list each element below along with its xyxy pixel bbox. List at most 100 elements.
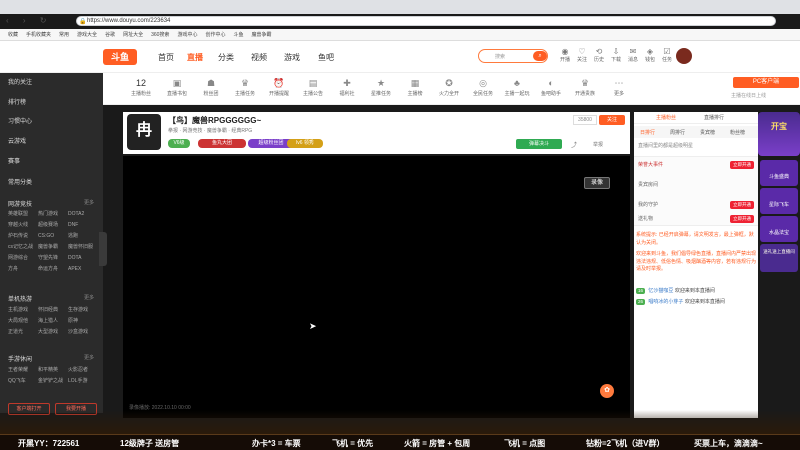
tool-item[interactable]: ★ 星推任务 (363, 78, 399, 97)
category-link[interactable]: DNF (68, 220, 98, 231)
promo-card-3[interactable]: 水晶法宝 (760, 216, 798, 242)
category-link[interactable]: 王者荣耀 (8, 365, 38, 376)
category-link[interactable]: 命运方舟 (38, 264, 68, 275)
nav-live[interactable]: 直播 (187, 52, 203, 63)
category-link[interactable]: 网游综合 (8, 253, 38, 264)
tool-item[interactable]: ✪ 火力全开 (431, 78, 467, 97)
category-link[interactable]: 热门游戏 (38, 209, 68, 220)
sidebar-item-rank[interactable]: 排行榜 (8, 97, 26, 106)
nav-category[interactable]: 分类 (218, 52, 234, 63)
user-avatar[interactable] (676, 48, 692, 64)
tool-item[interactable]: ▦ 主播榜 (397, 78, 433, 97)
category-link[interactable]: 主机游戏 (8, 305, 38, 316)
category-link[interactable]: 金铲铲之战 (38, 376, 68, 387)
share-icon[interactable]: ⤴ (571, 140, 577, 149)
tab-live-rank[interactable]: 直播排行 (704, 114, 724, 121)
category-link[interactable]: 原神 (68, 316, 98, 327)
promo-card-2[interactable]: 星际飞车 (760, 188, 798, 214)
category-link[interactable]: 正道光 (8, 327, 38, 338)
tool-item[interactable]: ⋯ 更多 (601, 78, 637, 97)
promo-footer[interactable]: 送礼送上直播间 (760, 244, 798, 272)
video-player[interactable]: 录像 ➤ ✿ 录像播放: 2022.10.10 00:00 (123, 156, 630, 418)
task-button[interactable]: ☑ 任务 (656, 47, 678, 63)
tool-item[interactable]: ♛ 主播任务 (227, 78, 263, 97)
fans-count[interactable]: 12 主播粉丝 (123, 78, 159, 97)
category-link[interactable]: APEX (68, 264, 98, 275)
section-more-mobile[interactable]: 更多 (84, 354, 94, 361)
douyu-logo[interactable]: 斗鱼 (103, 49, 137, 65)
section-more-online[interactable]: 更多 (84, 199, 94, 206)
tab-fansrank[interactable]: 粉丝榜 (730, 129, 745, 136)
bookmark-item[interactable]: 谷歌 (105, 29, 115, 41)
category-link[interactable]: 方舟 (8, 264, 38, 275)
bookmark-item[interactable]: 创作中心 (205, 29, 225, 41)
fanclub-badge[interactable]: 鱼丸大团 (198, 139, 246, 148)
category-link[interactable]: 怀旧经典 (38, 305, 68, 316)
promo-card-1[interactable]: 斗鱼盛典 (760, 160, 798, 186)
tab-fans[interactable]: 主播粉丝 (656, 114, 676, 121)
bookmark-item[interactable]: 手机收藏夹 (26, 29, 51, 41)
rank-event[interactable]: 荣誉大事件 (638, 161, 663, 168)
promo-banner[interactable]: 开宝 (758, 112, 800, 156)
tool-item[interactable]: ◐ 鱼吧助手 (533, 78, 569, 97)
bookmark-item[interactable]: 360搜索 (151, 29, 169, 41)
sidebar-item-cloudgame[interactable]: 云游戏 (8, 136, 26, 145)
category-link[interactable]: DOTA (68, 253, 98, 264)
category-link[interactable]: LOL手游 (68, 376, 98, 387)
sidebar-collapse-handle[interactable] (99, 232, 107, 266)
tab-vip[interactable]: 贵宾榜 (700, 129, 715, 136)
bookmark-item[interactable]: 常用 (59, 29, 69, 41)
category-link[interactable]: 大局观他 (8, 316, 38, 327)
open-vip-button-1[interactable]: 立即开通 (730, 161, 754, 169)
browser-nav-buttons[interactable]: ‹ › ↻ (6, 16, 52, 25)
bookmark-item[interactable]: 网址大全 (123, 29, 143, 41)
category-link[interactable]: 穿越火线 (8, 220, 38, 231)
category-link[interactable]: 炉石传说 (8, 231, 38, 242)
category-link[interactable]: 逃跑 (68, 231, 98, 242)
open-vip-button-3[interactable]: 立即开通 (730, 215, 754, 223)
tool-item[interactable]: ☗ 粉丝团 (193, 78, 229, 97)
nav-home[interactable]: 首页 (158, 52, 174, 63)
bookmark-item[interactable]: 游戏大全 (77, 29, 97, 41)
category-link[interactable]: CS:GO (38, 231, 68, 242)
category-link[interactable]: 魔兽怀旧服 (68, 242, 98, 253)
nav-fishbar[interactable]: 鱼吧 (318, 52, 334, 63)
sidebar-item-habit[interactable]: 习惯中心 (8, 116, 32, 125)
search-input[interactable]: 搜索 ⌕ (478, 49, 548, 63)
tool-item[interactable]: ◎ 全民任务 (465, 78, 501, 97)
category-link[interactable]: QQ飞车 (8, 376, 38, 387)
gift-icon[interactable]: ✿ (600, 384, 614, 398)
follow-button[interactable]: 关注 (599, 115, 625, 125)
category-link[interactable]: 大型游戏 (38, 327, 68, 338)
nav-video[interactable]: 视频 (251, 52, 267, 63)
bookmark-item[interactable]: 收藏 (8, 29, 18, 41)
tool-item[interactable]: ♣ 主播一起玩 (499, 78, 535, 97)
tab-weekly[interactable]: 周排行 (670, 129, 685, 136)
category-link[interactable]: 生存游戏 (68, 305, 98, 316)
category-link[interactable]: 英雄联盟 (8, 209, 38, 220)
chat-user[interactable]: 忆沙猫咖豆 (648, 288, 673, 294)
category-link[interactable]: 海上猎人 (38, 316, 68, 327)
bookmark-item[interactable]: 魔兽争霸 (251, 29, 271, 41)
sidebar-item-common[interactable]: 常用分类 (8, 177, 32, 186)
category-link[interactable]: 沙盒游戏 (68, 327, 98, 338)
category-link[interactable]: 超级赛场 (38, 220, 68, 231)
category-link[interactable]: 和平精英 (38, 365, 68, 376)
address-bar[interactable]: 🔒 https://www.douyu.com/223634 (76, 16, 776, 26)
nav-game[interactable]: 游戏 (284, 52, 300, 63)
tool-item[interactable]: ✚ 福利社 (329, 78, 365, 97)
tool-item[interactable]: ▤ 主播公告 (295, 78, 331, 97)
category-link[interactable]: 守望先锋 (38, 253, 68, 264)
category-link[interactable]: cs记忆之战 (8, 242, 38, 253)
category-link[interactable]: DOTA2 (68, 209, 98, 220)
streamer-avatar[interactable]: 冉 (127, 114, 161, 150)
tool-item[interactable]: ▣ 直播书包 (159, 78, 195, 97)
pc-client-button[interactable]: PC客户端 (733, 77, 799, 88)
tool-item[interactable]: ⏰ 开播提醒 (261, 78, 297, 97)
sidebar-item-match[interactable]: 赛事 (8, 156, 20, 165)
category-link[interactable]: 火影忍者 (68, 365, 98, 376)
bookmark-item[interactable]: 游戏中心 (177, 29, 197, 41)
tool-item[interactable]: ♛ 开通贵族 (567, 78, 603, 97)
category-link[interactable]: 魔兽争霸 (38, 242, 68, 253)
report-link[interactable]: 举报 (593, 141, 603, 148)
